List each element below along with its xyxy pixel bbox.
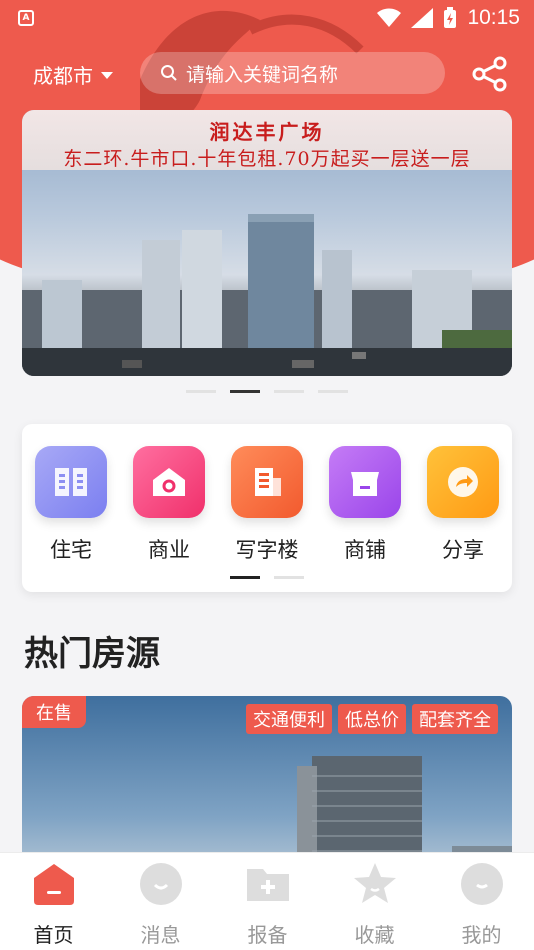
nav-label: 消息 [140,923,181,947]
category-residential[interactable]: 住宅 [34,446,108,564]
message-icon [138,861,184,907]
share-arrow-icon [427,446,499,518]
category-share[interactable]: 分享 [426,446,500,564]
search-placeholder: 请输入关键词名称 [186,63,339,86]
nav-label: 我的 [461,923,502,947]
banner-skyline-image [22,214,512,376]
office-building-icon [231,446,303,518]
report-folder-icon [245,861,291,907]
banner-subtitle: 东二环.牛市口.十年包租.70万起买一层送一层 [63,148,471,170]
search-icon [160,64,178,82]
property-tag: 配套齐全 [412,704,498,734]
nav-label: 报备 [247,923,288,947]
bottom-navigation: 首页 消息 报备 收藏 我的 [0,852,534,950]
city-selector[interactable]: 成都市 [33,60,113,89]
home-screen: A 10:15 成都市 请输入关键词名称 润达丰广场 东二环.牛市口.十年包租.… [0,0,534,950]
banner-pagination [186,390,348,393]
status-bar: A 10:15 [0,0,534,36]
category-label: 分享 [442,538,484,562]
property-tag: 低总价 [338,704,406,734]
category-pagination [230,576,304,579]
nav-label: 收藏 [354,923,395,947]
category-dot-active[interactable] [230,576,260,579]
banner-dot[interactable] [274,390,304,393]
search-input[interactable]: 请输入关键词名称 [140,52,445,94]
nav-home[interactable]: 首页 [0,861,107,948]
nav-favorites[interactable]: 收藏 [321,861,428,948]
banner-title: 润达丰广场 [209,120,325,144]
category-dot[interactable] [274,576,304,579]
category-label: 商业 [148,538,190,562]
banner-dot-active[interactable] [230,390,260,393]
book-icon [35,446,107,518]
hot-listings-title: 热门房源 [24,626,160,675]
signal-icon [411,8,434,28]
house-icon [133,446,205,518]
share-icon[interactable] [470,54,510,94]
property-tag: 交通便利 [246,704,332,734]
app-notification-icon: A [18,10,34,26]
sale-status-badge: 在售 [22,696,86,728]
profile-icon [459,861,505,907]
caret-down-icon [101,72,113,79]
category-commercial[interactable]: 商业 [132,446,206,564]
category-card: 住宅 商业 写字楼 商铺 分享 [22,424,512,592]
category-label: 写字楼 [235,538,299,562]
clock-time: 10:15 [467,6,520,29]
category-shop[interactable]: 商铺 [328,446,402,564]
shop-icon [329,446,401,518]
nav-profile[interactable]: 我的 [428,861,534,948]
nav-report[interactable]: 报备 [214,861,321,948]
city-name: 成都市 [33,64,93,88]
property-tags: 交通便利 低总价 配套齐全 [246,704,498,734]
banner-dot[interactable] [186,390,216,393]
category-label: 住宅 [50,538,92,562]
nav-label: 首页 [33,923,74,947]
banner-dot[interactable] [318,390,348,393]
wifi-icon [377,8,402,27]
section-title-text: 热门房源 [24,634,160,674]
home-icon [31,861,77,907]
star-icon [352,861,398,907]
battery-icon [444,7,457,28]
top-header: 成都市 请输入关键词名称 [0,50,534,96]
category-label: 商铺 [344,538,386,562]
category-office[interactable]: 写字楼 [230,446,304,564]
promo-banner[interactable]: 润达丰广场 东二环.牛市口.十年包租.70万起买一层送一层 [22,110,512,376]
nav-messages[interactable]: 消息 [107,861,214,948]
